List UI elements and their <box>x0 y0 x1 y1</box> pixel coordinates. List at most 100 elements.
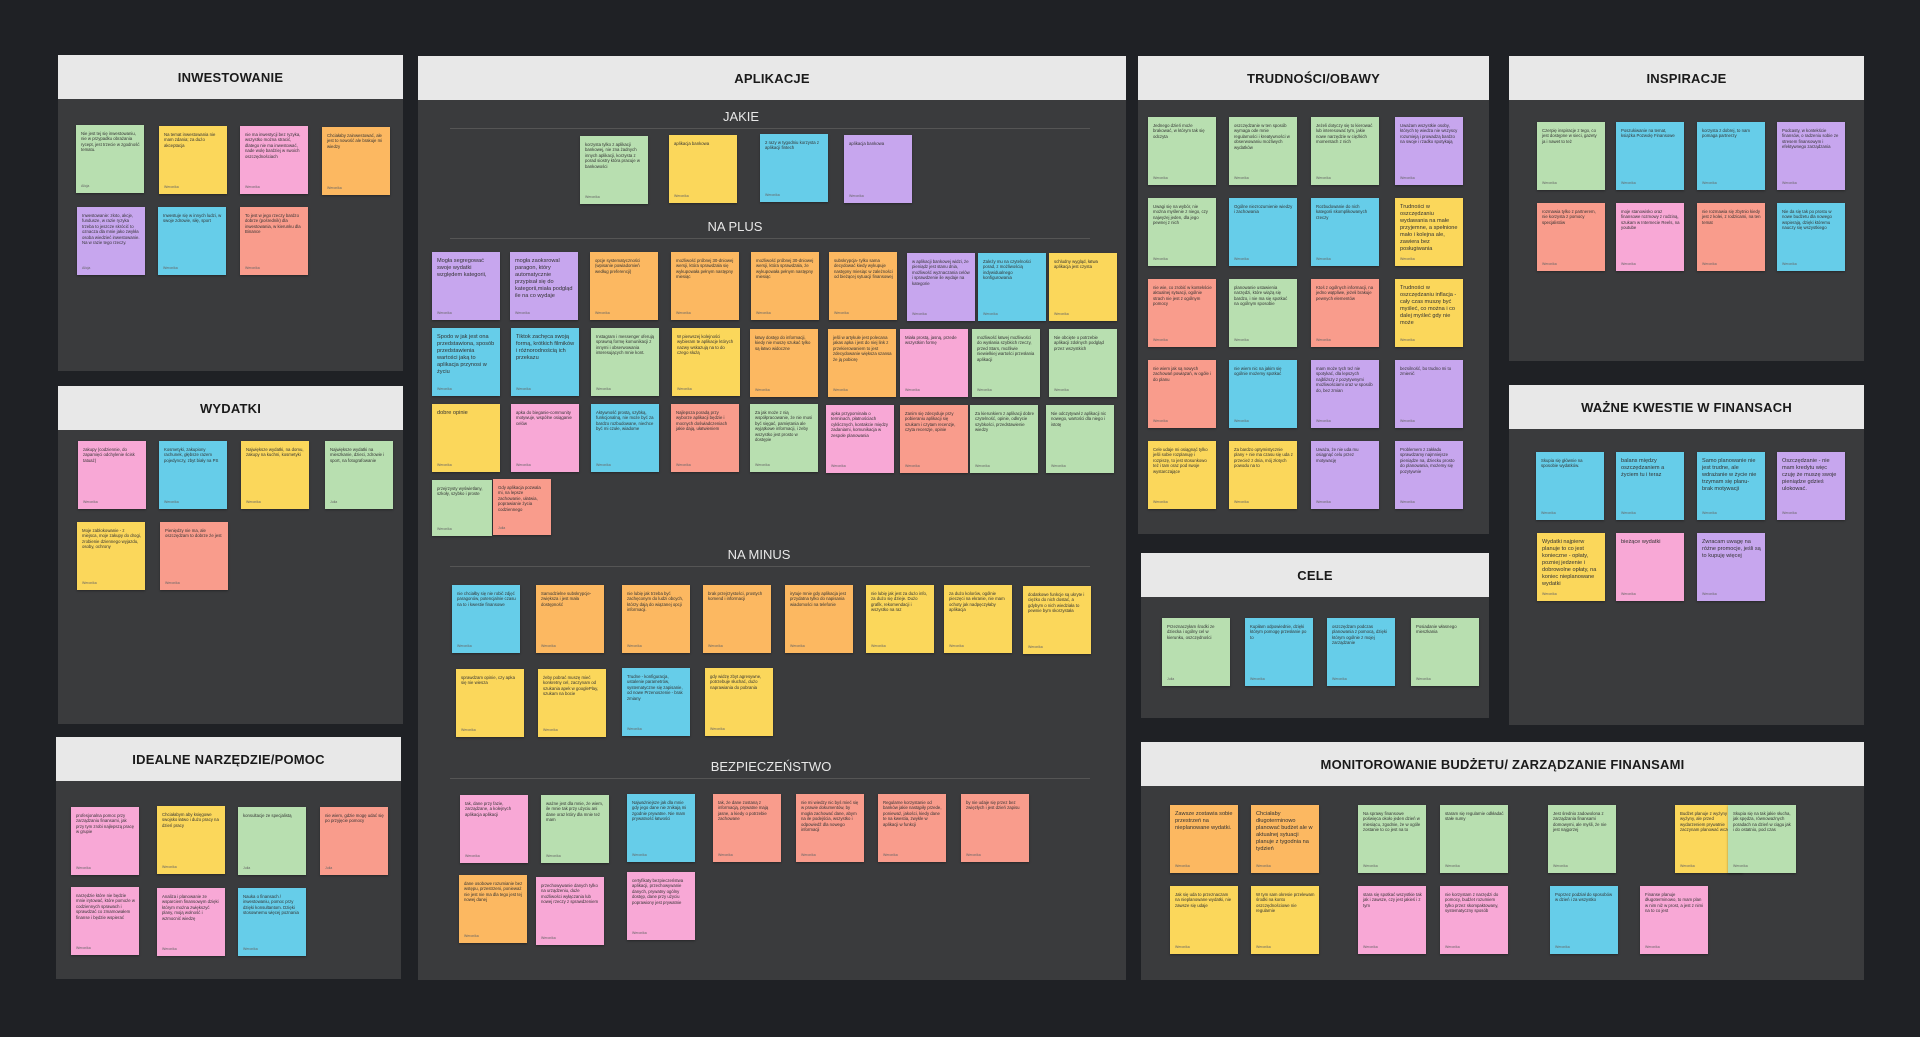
sticky-note[interactable]: Nauka o finansach / inwestowaniu, pomoc … <box>238 888 306 956</box>
sticky-note[interactable]: nie lubię jak trzeba być zachęconym do l… <box>622 585 690 653</box>
sticky-note[interactable]: Poprzez podział do sposobów w dzień i za… <box>1550 886 1618 954</box>
sticky-note[interactable]: W tym sam okresie przelewam środki na ko… <box>1251 886 1319 954</box>
sticky-note[interactable]: konsultacje ze specjalistą Julia <box>238 807 306 875</box>
sticky-note[interactable]: oszczędzam podczas planowania z pomocą, … <box>1327 618 1395 686</box>
sticky-note[interactable]: planowanie ustawienia narzędzi, które wi… <box>1229 279 1297 347</box>
sticky-note[interactable]: Na temat inwestowania nie mam zdania; za… <box>159 126 227 194</box>
sticky-note[interactable]: Zawsze zostawia sobie przestrzeń na niep… <box>1170 805 1238 873</box>
sticky-note[interactable]: Jest średnio zadowolona z zarządzania fi… <box>1548 805 1616 873</box>
sticky-note[interactable]: Czerpię inspiracje z tego, co jest dostę… <box>1537 122 1605 190</box>
sticky-note[interactable]: nie wiem jak są nowych zachowań powiązań… <box>1148 360 1216 428</box>
sticky-note[interactable]: apka przypominała o terminach, płatności… <box>826 405 894 473</box>
sticky-note[interactable]: w aplikacji bankowej widzi, że pieniądz … <box>907 253 975 321</box>
sticky-note[interactable]: apka do bieganie-community motywuje, wsp… <box>511 404 579 472</box>
sticky-note[interactable]: Skupia się głównie na sposobie wydatków.… <box>1536 452 1604 520</box>
sticky-note[interactable]: korzysta tylko z aplikacji bankowej, nie… <box>580 136 648 204</box>
sticky-note[interactable]: certyfikaty bezpieczeństwa aplikacji, pr… <box>627 872 695 940</box>
sticky-note[interactable]: korzysta z dobrej, to nam pomaga partner… <box>1697 122 1765 190</box>
sticky-note[interactable]: Nie obcięte o potrzebie aplikacji zdolny… <box>1049 329 1117 397</box>
sticky-note[interactable]: dane osobowe rozumianie bez wstępu, prze… <box>459 875 527 943</box>
sticky-note[interactable]: możliwość próbnej 30-dniowej wersji, któ… <box>671 252 739 320</box>
sticky-note[interactable]: balans między oszczędzaniem a życiem tu … <box>1616 452 1684 520</box>
sticky-note[interactable]: bieżące wydatki Weronika <box>1616 533 1684 601</box>
sticky-note[interactable]: mam może tych też nie spotykać, dla leps… <box>1311 360 1379 428</box>
sticky-note[interactable]: Trudne - konfiguracja, ustalenie paramet… <box>622 668 690 736</box>
sticky-note[interactable]: Uważa, że nie uda mu osiągnąć celu przez… <box>1311 441 1379 509</box>
sticky-note[interactable]: dodatkowe funkcje są ukryte i ciężko do … <box>1023 586 1091 654</box>
sticky-note[interactable]: aplikacja bankowa Weronika <box>669 135 737 203</box>
sticky-note[interactable]: Najważniejsze jak dla mnie gdy jego dane… <box>627 794 695 862</box>
sticky-note[interactable]: nie wiem nic na jakim się ogólnie możemy… <box>1229 360 1297 428</box>
sticky-note[interactable]: możliwość próbnej 30-dniowej wersji, któ… <box>751 252 819 320</box>
sticky-note[interactable]: Rozbudowanie do nich kategorii skompliko… <box>1311 198 1379 266</box>
sticky-note[interactable]: nie korzystam z narzędzi do pomocy, budż… <box>1440 886 1508 954</box>
sticky-note[interactable]: bezsilność, bo trudno mi to zmienić Weron… <box>1395 360 1463 428</box>
sticky-note[interactable]: gdy widzę zbyt agresywne, potrzebuje słu… <box>705 668 773 736</box>
sticky-note[interactable]: nie rozmawia się zbytnio kiedy jest z ko… <box>1697 203 1765 271</box>
sticky-note[interactable]: Gdy aplikacja pozwala mi, na lepsze zach… <box>493 479 551 535</box>
sticky-note[interactable]: Na sprawy finansowe poświęca około jeden… <box>1358 805 1426 873</box>
sticky-note[interactable]: 2 razy w tygodniu korzysta z aplikacji f… <box>760 134 828 202</box>
sticky-note[interactable]: Trudności w oszczędzaniu wydawania na ma… <box>1395 198 1463 266</box>
sticky-note[interactable]: Nie odczytywał z aplikacji nic nowego, w… <box>1046 405 1114 473</box>
sticky-note[interactable]: Jak się uda to przeznaczam na nieplanowa… <box>1170 886 1238 954</box>
sticky-note[interactable]: za dużo kolorów, ogólnie pieczęci na ekr… <box>944 585 1012 653</box>
sticky-note[interactable]: subskrypcja- tylko sama decydować kiedy … <box>829 252 897 320</box>
sticky-note[interactable]: aplikacja bankowa Weronika <box>844 135 912 203</box>
sticky-note[interactable]: przechowywanie danych tylko na urządzeni… <box>536 877 604 945</box>
sticky-note[interactable]: Zwracam uwagę na różne promocje, jeśli s… <box>1697 533 1765 601</box>
sticky-note[interactable]: Oszczędzanie - nie mam kredytu więc czuj… <box>1777 452 1845 520</box>
sticky-note[interactable]: Tiktok zachęca swoją formą, krótkich fil… <box>511 328 579 396</box>
sticky-note[interactable]: Mogła segregować swoje wydatki względem … <box>432 252 500 320</box>
sticky-note[interactable]: schludny wygląd, łatwa aplikacja jest cz… <box>1049 253 1117 321</box>
sticky-note[interactable]: Chciałaby długoterminowo planować budżet… <box>1251 805 1319 873</box>
sticky-note[interactable]: Uwagi się na wybór, nie można myślenie z… <box>1148 198 1216 266</box>
sticky-note[interactable]: Jednego dzień może brakować, w którym ta… <box>1148 117 1216 185</box>
sticky-note[interactable]: łatwy dostęp do informacji, kiedy nie mu… <box>750 329 818 397</box>
sticky-note[interactable]: Analiza i planowanie ze wsparciem finans… <box>157 888 225 956</box>
sticky-note[interactable]: Aktywność prostą, szybką, funkcjonalną, … <box>591 404 659 472</box>
sticky-note[interactable]: Wydatki najpierw planuje to co jest koni… <box>1537 533 1605 601</box>
sticky-note[interactable]: nie lubię jak jest za dużo info, za dużo… <box>866 585 934 653</box>
sticky-note[interactable]: Podcasty, w kontekście finansów, o radze… <box>1777 122 1845 190</box>
sticky-note[interactable]: Zanim się zdecyduje przy pobieraniu apli… <box>900 405 968 473</box>
sticky-note[interactable]: nie wiem, gdzie mogę udać się po przyjęc… <box>320 807 388 875</box>
sticky-note[interactable]: To jest w jego rzeczy bardzo dobrze (poś… <box>240 207 308 275</box>
sticky-note[interactable]: opcje systematyczności (wpisanie powiado… <box>590 252 658 320</box>
sticky-note[interactable]: Największe wydatki na mieszkanie, dzieci… <box>325 441 393 509</box>
sticky-note[interactable]: Kosmetyki, zakupiony rachunek, głębsze r… <box>159 441 227 509</box>
sticky-note[interactable]: dobre opinie Weronika <box>432 404 500 472</box>
sticky-note[interactable]: nie chciałby się nie robić zdjęć paragon… <box>452 585 520 653</box>
sticky-note[interactable]: tak, dane przy fazie, zarządzane, a kole… <box>460 795 528 863</box>
sticky-note[interactable]: nie wie, co zrobić w kontekście aktualne… <box>1148 279 1216 347</box>
sticky-note[interactable]: staram się regularnie odkładać stałe sum… <box>1440 805 1508 873</box>
sticky-note[interactable]: nie ma inwestycji bez ryzyka, wszystko m… <box>240 126 308 194</box>
sticky-note[interactable]: Nie jest tej się inwestowaniu, nie w prz… <box>76 125 144 193</box>
sticky-note[interactable]: rozmawia tylko z partnerem, nie korzysta… <box>1537 203 1605 271</box>
sticky-note[interactable]: Ktoś z ogólnych informacji, na jedno wąt… <box>1311 279 1379 347</box>
sticky-note[interactable]: zakupy (codziennie, do zapamięci odchyle… <box>78 441 146 509</box>
sticky-note[interactable]: Największe wydatki, na domu, zakupy na k… <box>241 441 309 509</box>
sticky-note[interactable]: W pierwszej kolejności wybieram te aplik… <box>672 328 740 396</box>
sticky-note[interactable]: profesjonalna pomoc przy zarządzaniu fin… <box>71 807 139 875</box>
sticky-note[interactable]: Najlepsza poradą przy wyborze aplikacji … <box>671 404 739 472</box>
sticky-note[interactable]: Samo planowanie nie jest trudne, ale wdr… <box>1697 452 1765 520</box>
sticky-note[interactable]: Inwestowanie: złoto, akcje, fundusze, w … <box>77 207 145 275</box>
sticky-note[interactable]: oszczędzanie w ten sposób wymaga ode mni… <box>1229 117 1297 185</box>
sticky-note[interactable]: Za jak może z nią współpracowanie, że ni… <box>750 404 818 472</box>
sticky-note[interactable]: Uważam wszystkie osoby, których tę wiedz… <box>1395 117 1463 185</box>
sticky-note[interactable]: Zależy mu na czytelności porad, z możliw… <box>978 253 1046 321</box>
whiteboard-canvas[interactable]: INWESTOWANIE WYDATKI IDEALNE NARZĘDZIE/P… <box>0 0 1920 1037</box>
sticky-note[interactable]: Kupiłam odpowiednie, dzięki którym pomog… <box>1245 618 1313 686</box>
sticky-note[interactable]: jeśli w artykule jest polecana jakas apk… <box>828 329 896 397</box>
sticky-note[interactable]: mogła zaoksrowal paragon, który automaty… <box>510 252 578 320</box>
sticky-note[interactable]: ważne jest dla mnie, że wiem, ile mnie t… <box>541 795 609 863</box>
sticky-note[interactable]: moje stanowisko oraz finansowe rozmowy z… <box>1616 203 1684 271</box>
sticky-note[interactable]: możliwość łatwej możliwości do wysłania … <box>972 329 1040 397</box>
sticky-note[interactable]: tak, że dane zostaną z informacją, prywa… <box>713 794 781 862</box>
sticky-note[interactable]: by nie udaje się przez bez zwięzłych i j… <box>961 794 1029 862</box>
sticky-note[interactable]: Posiadanie własnego mieszkania Weronika <box>1411 618 1479 686</box>
sticky-note[interactable]: Za kierunkiem z aplikacji dobre czytelno… <box>970 405 1038 473</box>
sticky-note[interactable]: Ogólne niezrozumienie wiedzy i zachowani… <box>1229 198 1297 266</box>
sticky-note[interactable]: stara się spotkać wszystkie tak jak i za… <box>1358 886 1426 954</box>
